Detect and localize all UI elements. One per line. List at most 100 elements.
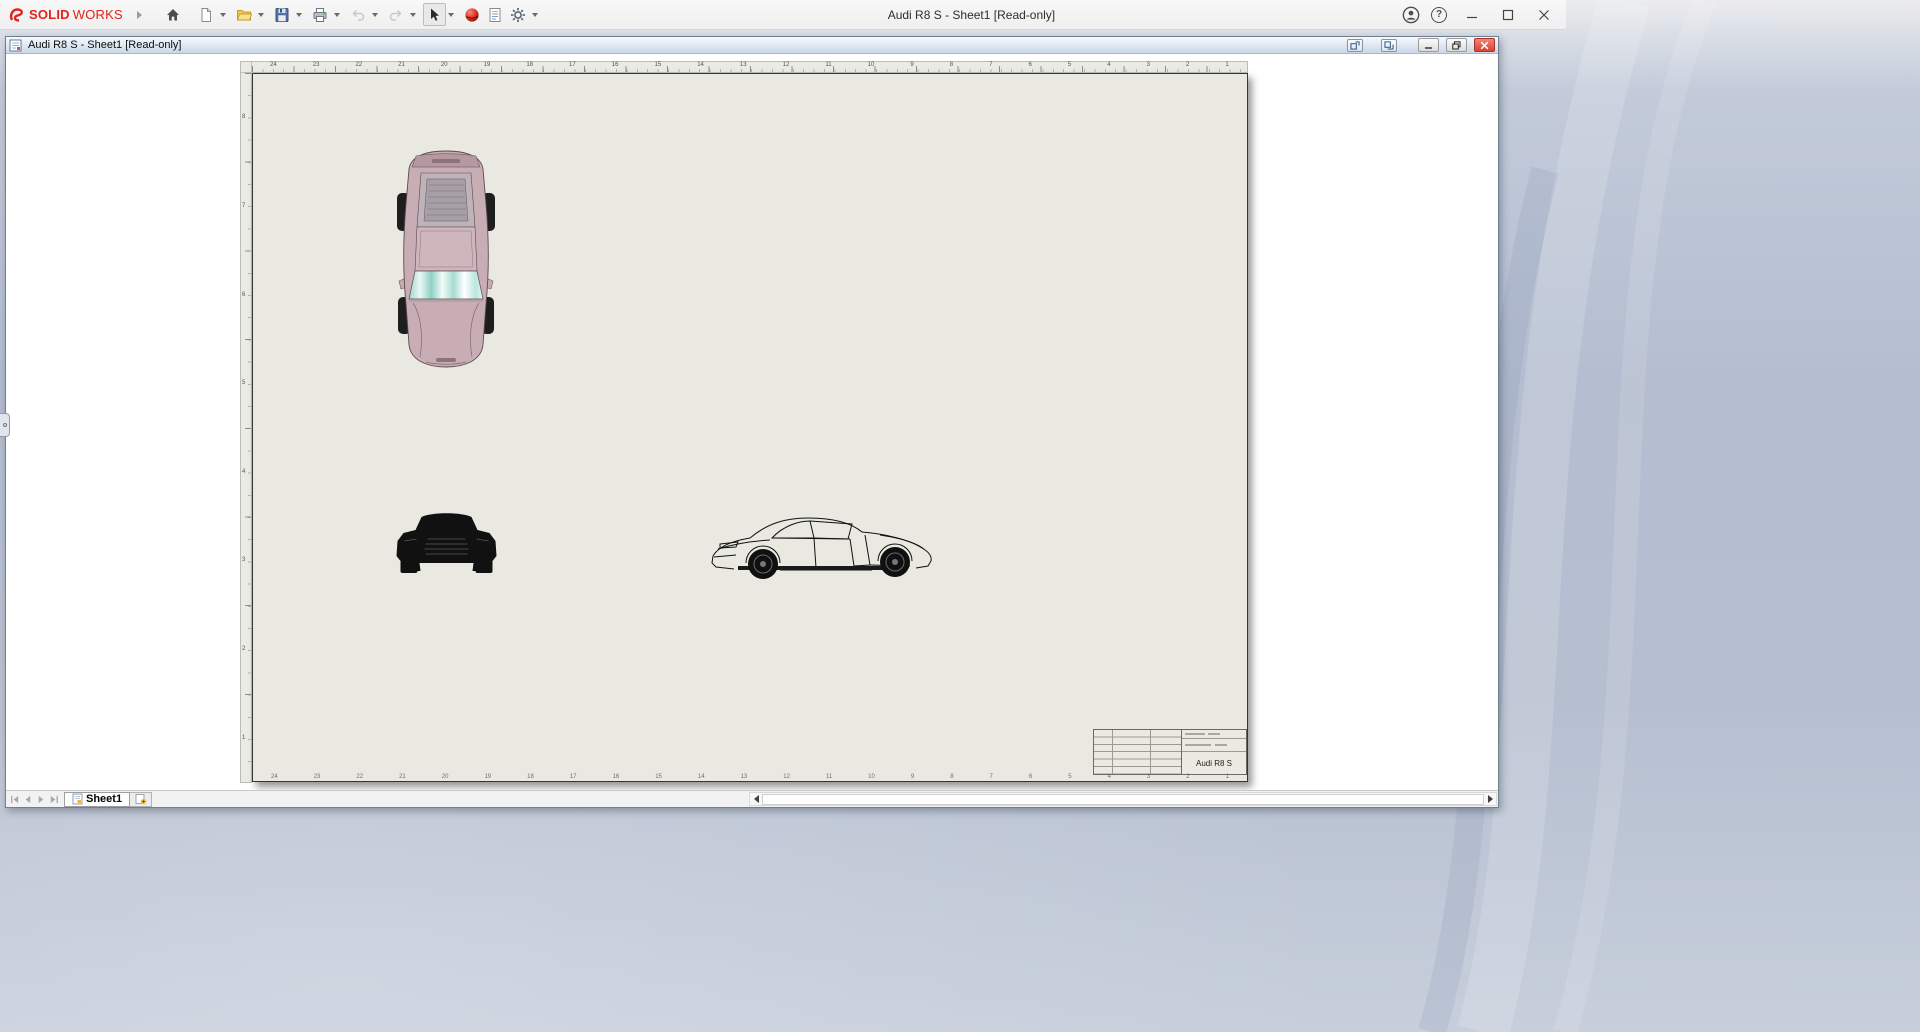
zone-number: 5 (1068, 774, 1071, 780)
title-block-row (1182, 739, 1246, 752)
last-sheet-button[interactable] (47, 792, 60, 806)
drawing-document-icon (9, 39, 22, 52)
print-dropdown[interactable] (332, 3, 343, 26)
document-minimize-button[interactable] (1418, 38, 1439, 52)
options-button[interactable] (507, 3, 530, 26)
open-dropdown[interactable] (256, 3, 267, 26)
save-button[interactable] (271, 3, 294, 26)
ruler-number: 2 (1186, 62, 1189, 69)
chevron-down-icon (448, 13, 454, 17)
minimize-button[interactable] (1456, 1, 1488, 29)
sheet-icon (72, 793, 83, 805)
undo-button[interactable] (347, 3, 370, 26)
faux-text (1208, 733, 1220, 735)
document-restore-button[interactable] (1446, 38, 1467, 52)
print-button-group (309, 3, 343, 26)
document-close-button[interactable] (1474, 38, 1495, 52)
ruler-number: 3 (241, 557, 245, 563)
window-menu-button-1[interactable] (1347, 39, 1363, 52)
scrollbar-thumb[interactable] (762, 794, 1484, 805)
ruler-number: 3 (1147, 62, 1150, 69)
ruler-number: 21 (398, 62, 405, 69)
next-sheet-button[interactable] (34, 792, 47, 806)
redo-icon (388, 7, 404, 23)
open-button[interactable] (233, 3, 256, 26)
taskpane-expand-handle[interactable] (0, 413, 10, 437)
previous-sheet-button[interactable] (21, 792, 34, 806)
chevron-down-icon (220, 13, 226, 17)
file-properties-button[interactable] (484, 3, 507, 26)
previous-page-icon (22, 794, 33, 805)
graphics-area[interactable]: 242322212019181716151413121110987654321 … (6, 54, 1498, 790)
ruler-number: 5 (1068, 62, 1071, 69)
select-tool-button[interactable] (423, 3, 446, 26)
select-button-group (423, 3, 457, 26)
drawing-view-side[interactable] (710, 511, 936, 581)
home-button[interactable] (162, 3, 185, 26)
add-sheet-button[interactable] (130, 792, 152, 807)
chevron-down-icon (372, 13, 378, 17)
zone-number: 1 (1226, 774, 1229, 780)
3dexperience-button[interactable] (461, 3, 484, 26)
ruler-number: 7 (989, 62, 992, 69)
account-button[interactable] (1398, 2, 1424, 28)
ruler-number: 17 (569, 62, 576, 69)
print-icon (312, 7, 328, 23)
scroll-left-button[interactable] (750, 793, 762, 805)
ruler-number: 10 (868, 62, 875, 69)
first-sheet-button[interactable] (8, 792, 21, 806)
title-block[interactable]: Audi R8 S (1093, 729, 1247, 775)
ruler-number: 23 (313, 62, 320, 69)
document-window: Audi R8 S - Sheet1 [Read-only] (5, 36, 1499, 808)
title-block-row (1182, 730, 1246, 739)
options-dropdown[interactable] (530, 3, 541, 26)
new-document-button[interactable] (195, 3, 218, 26)
ruler-number: 4 (241, 469, 245, 475)
new-document-icon (198, 7, 214, 23)
zone-number: 8 (950, 774, 953, 780)
help-button[interactable]: ? (1426, 2, 1452, 28)
undo-icon (350, 7, 366, 23)
redo-button[interactable] (385, 3, 408, 26)
ruler-number: 5 (241, 380, 245, 386)
app-window-title: Audi R8 S - Sheet1 [Read-only] (545, 8, 1398, 22)
sheet-tab-bar: Sheet1 (6, 790, 1498, 807)
window-menu-button-2[interactable] (1381, 39, 1397, 52)
ruler-number: 1 (241, 735, 245, 741)
redo-dropdown[interactable] (408, 3, 419, 26)
chevron-down-icon (296, 13, 302, 17)
save-dropdown[interactable] (294, 3, 305, 26)
drawing-view-front[interactable] (394, 511, 499, 577)
gear-icon (510, 7, 526, 23)
maximize-button[interactable] (1492, 1, 1524, 29)
close-icon (1480, 41, 1489, 50)
select-dropdown[interactable] (446, 3, 457, 26)
close-icon (1538, 9, 1550, 21)
drawing-sheet[interactable]: Audi R8 S 242322212019181716151413121110… (252, 73, 1248, 782)
zone-number: 21 (399, 774, 406, 780)
handle-dot-icon (3, 423, 7, 427)
drawing-view-top[interactable] (396, 149, 496, 369)
ruler-number: 8 (950, 62, 953, 69)
undo-dropdown[interactable] (370, 3, 381, 26)
user-icon (1402, 6, 1420, 24)
ruler-number: 9 (910, 62, 913, 69)
ruler-number: 7 (241, 203, 245, 209)
zone-number: 12 (783, 774, 790, 780)
new-document-dropdown[interactable] (218, 3, 229, 26)
ruler-number: 20 (441, 62, 448, 69)
desktop: SOLIDWORKS (0, 0, 1920, 1032)
ruler-number: 11 (825, 62, 831, 69)
print-button[interactable] (309, 3, 332, 26)
horizontal-scrollbar[interactable] (749, 792, 1497, 806)
ruler-number: 15 (654, 62, 661, 69)
title-block-table (1094, 730, 1182, 774)
tab-sheet1[interactable]: Sheet1 (64, 792, 130, 807)
faux-text (1185, 744, 1211, 746)
document-title: Audi R8 S - Sheet1 [Read-only] (28, 39, 181, 51)
maximize-icon (1502, 9, 1514, 21)
close-button[interactable] (1528, 1, 1560, 29)
ruler-number: 19 (484, 62, 491, 69)
scroll-right-button[interactable] (1484, 793, 1496, 805)
document-titlebar[interactable]: Audi R8 S - Sheet1 [Read-only] (6, 37, 1498, 54)
